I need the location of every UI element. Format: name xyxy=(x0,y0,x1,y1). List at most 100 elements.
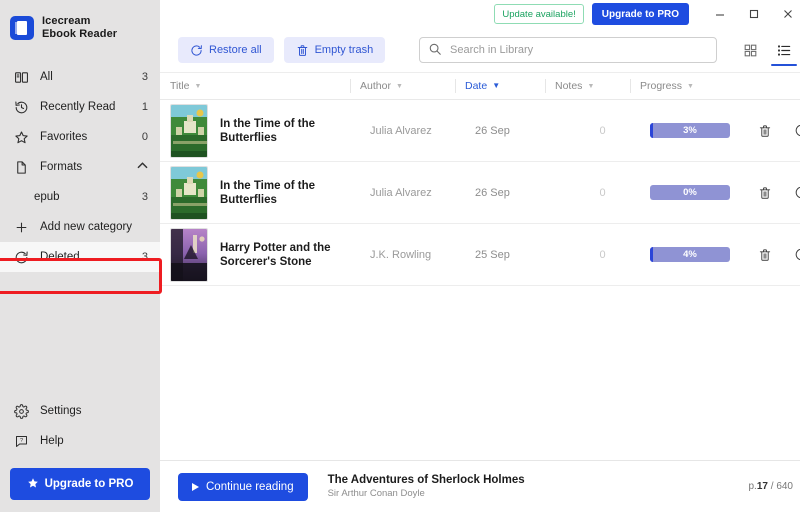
minimize-icon[interactable] xyxy=(703,0,737,28)
progress-bar-fill xyxy=(650,247,654,262)
sort-caret-icon: ▼ xyxy=(492,81,501,90)
page-prefix: p. xyxy=(748,481,757,492)
restore-icon[interactable] xyxy=(794,185,800,200)
page-indicator: p.17 / 640 xyxy=(749,481,794,492)
sidebar-item-settings-label: Settings xyxy=(40,405,82,417)
restore-icon[interactable] xyxy=(794,247,800,262)
gear-icon xyxy=(12,402,30,420)
sidebar-item-add-new-category[interactable]: Add new category xyxy=(0,212,160,242)
table-row[interactable]: In the Time of the Butterflies Julia Alv… xyxy=(160,100,800,162)
chevron-up-icon[interactable] xyxy=(137,161,148,173)
restore-all-button[interactable]: Restore all xyxy=(178,37,274,63)
trash-icon[interactable] xyxy=(758,248,772,262)
book-title: Harry Potter and the Sorcerer's Stone xyxy=(220,241,331,268)
sidebar-item-epub-label: epub xyxy=(34,191,60,203)
continue-reading-label: Continue reading xyxy=(206,480,294,493)
update-available-button[interactable]: Update available! xyxy=(494,4,584,24)
toolbar: Restore all Empty trash xyxy=(160,28,800,72)
sidebar-item-settings[interactable]: Settings xyxy=(0,396,160,426)
book-logo-icon xyxy=(10,16,34,40)
book-title: In the Time of the Butterflies xyxy=(220,179,315,206)
book-author: Julia Alvarez xyxy=(370,124,432,137)
search-box xyxy=(419,37,717,63)
book-notes-count: 0 xyxy=(599,248,606,261)
sort-caret-icon: ▼ xyxy=(587,82,595,90)
star-outline-icon xyxy=(12,128,30,146)
maximize-icon[interactable] xyxy=(737,0,771,28)
sidebar-item-deleted-label: Deleted xyxy=(40,251,80,263)
app-name-line2: Ebook Reader xyxy=(42,28,118,40)
play-icon xyxy=(192,482,199,491)
book-cover-thumbnail xyxy=(170,165,208,220)
sort-caret-icon: ▼ xyxy=(687,82,694,90)
row-actions xyxy=(750,123,800,138)
book-date: 25 Sep xyxy=(475,248,510,261)
column-header-title[interactable]: Title ▼ xyxy=(160,73,350,99)
book-progress: 3% xyxy=(640,123,750,138)
page-total: 640 xyxy=(776,481,793,492)
trash-icon xyxy=(296,44,309,57)
column-header-progress[interactable]: Progress ▼ xyxy=(630,73,740,99)
sidebar-item-formats[interactable]: Formats xyxy=(0,152,160,182)
sidebar-item-epub[interactable]: epub 3 xyxy=(0,182,160,212)
app-name: Icecream Ebook Reader xyxy=(42,15,117,41)
sidebar-item-add-new-category-label: Add new category xyxy=(40,221,133,233)
empty-trash-button[interactable]: Empty trash xyxy=(283,37,386,63)
list-view-icon[interactable] xyxy=(771,35,797,66)
restore-icon[interactable] xyxy=(794,123,800,138)
book-list: In the Time of the Butterflies Julia Alv… xyxy=(160,100,800,460)
trash-icon[interactable] xyxy=(758,186,772,200)
history-clock-icon xyxy=(12,98,30,116)
row-actions xyxy=(750,247,800,262)
sidebar-item-epub-count: 3 xyxy=(141,191,148,203)
book-open-icon xyxy=(12,68,30,86)
column-header-author[interactable]: Author ▼ xyxy=(350,73,455,99)
progress-percent-label: 0% xyxy=(683,187,697,198)
search-icon xyxy=(428,42,442,61)
book-title: In the Time of the Butterflies xyxy=(220,117,315,144)
page-current: 17 xyxy=(756,481,768,492)
sidebar-item-deleted[interactable]: Deleted 3 xyxy=(0,242,160,272)
star-icon xyxy=(27,477,39,491)
search-input[interactable] xyxy=(419,37,717,63)
app-window: Icecream Ebook Reader All 3 Recently Rea… xyxy=(0,0,800,512)
book-cover-thumbnail xyxy=(170,227,208,282)
help-icon: ? xyxy=(12,432,30,450)
book-cover-thumbnail xyxy=(170,103,208,158)
file-icon xyxy=(12,158,30,176)
progress-percent-label: 4% xyxy=(683,249,697,260)
column-header-date[interactable]: Date ▼ xyxy=(455,73,545,99)
progress-bar: 4% xyxy=(650,247,730,262)
sidebar-nav: All 3 Recently Read 1 Favorites 0 Format… xyxy=(0,62,160,272)
close-icon[interactable] xyxy=(771,0,800,28)
restore-icon xyxy=(12,248,30,266)
table-row[interactable]: Harry Potter and the Sorcerer's Stone J.… xyxy=(160,224,800,286)
table-row[interactable]: In the Time of the Butterflies Julia Alv… xyxy=(160,162,800,224)
trash-icon[interactable] xyxy=(758,124,772,138)
sidebar-item-help-label: Help xyxy=(40,435,64,447)
sidebar-item-help[interactable]: ? Help xyxy=(0,426,160,456)
sidebar-item-favorites[interactable]: Favorites 0 xyxy=(0,122,160,152)
continue-reading-button[interactable]: Continue reading xyxy=(178,472,308,501)
sidebar-item-all[interactable]: All 3 xyxy=(0,62,160,92)
now-playing-bar: Continue reading The Adventures of Sherl… xyxy=(160,460,800,512)
column-header-notes[interactable]: Notes ▼ xyxy=(545,73,630,99)
sort-caret-icon: ▼ xyxy=(395,82,403,90)
progress-percent-label: 3% xyxy=(683,125,697,136)
sidebar-item-recently-read[interactable]: Recently Read 1 xyxy=(0,92,160,122)
upgrade-to-pro-label: Upgrade to PRO xyxy=(601,8,679,20)
grid-view-icon[interactable] xyxy=(737,35,763,65)
book-author: J.K. Rowling xyxy=(370,248,432,261)
app-name-line1: Icecream xyxy=(42,15,91,27)
progress-bar-fill xyxy=(650,123,653,138)
column-header-title-label: Title xyxy=(170,80,190,92)
sidebar-upgrade-to-pro-button[interactable]: Upgrade to PRO xyxy=(10,468,150,500)
svg-text:?: ? xyxy=(19,438,22,444)
progress-bar: 0% xyxy=(650,185,730,200)
now-playing-author: Sir Arthur Conan Doyle xyxy=(327,488,425,499)
upgrade-to-pro-button[interactable]: Upgrade to PRO xyxy=(591,3,689,25)
sidebar-item-favorites-count: 0 xyxy=(141,131,148,143)
column-header-date-label: Date xyxy=(465,80,488,92)
view-toggle-group xyxy=(737,35,797,66)
app-brand: Icecream Ebook Reader xyxy=(0,0,160,48)
